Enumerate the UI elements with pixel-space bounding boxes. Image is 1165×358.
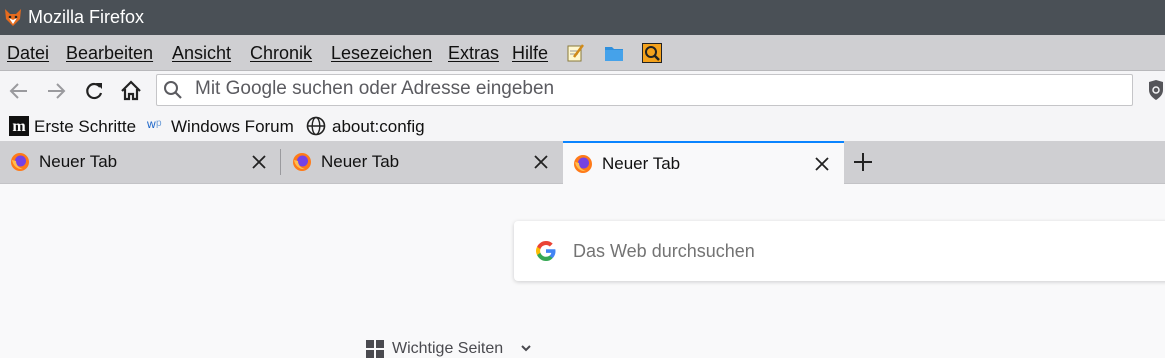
tab-separator: [280, 149, 281, 175]
navigation-toolbar: [0, 71, 1165, 110]
magnifier-app-icon[interactable]: [642, 43, 662, 63]
bookmark-label: about:config: [332, 117, 425, 136]
search-placeholder: Das Web durchsuchen: [573, 241, 755, 261]
new-tab-page: Das Web durchsuchen Wichtige Seiten: [0, 184, 1165, 358]
grid-icon: [366, 340, 384, 358]
svg-text:w: w: [146, 117, 156, 131]
globe-icon: [306, 116, 326, 136]
top-sites-label: Wichtige Seiten: [392, 340, 504, 357]
m-icon: m: [9, 116, 29, 136]
tab-label: Neuer Tab: [39, 152, 118, 171]
menu-extras[interactable]: Extras: [448, 43, 499, 63]
notepad-icon[interactable]: [566, 43, 586, 63]
tab-strip: Neuer Tab Neuer Tab Neuer Tab: [0, 141, 1165, 184]
menu-ansicht[interactable]: Ansicht: [172, 43, 231, 63]
menu-bar: Datei Bearbeiten Ansicht Chronik Lesezei…: [0, 35, 1165, 71]
search-icon: [164, 81, 182, 99]
shield-icon[interactable]: [1147, 79, 1165, 101]
google-g-icon: [536, 241, 556, 261]
url-input[interactable]: [195, 77, 1095, 101]
firefox-icon: [574, 155, 592, 173]
firefox-icon: [11, 153, 29, 171]
url-bar[interactable]: [156, 74, 1133, 106]
window-title: Mozilla Firefox: [28, 7, 145, 27]
chevron-down-icon[interactable]: [520, 342, 532, 354]
bookmark-windows-forum[interactable]: w p Windows Forum: [145, 116, 295, 136]
tab-label: Neuer Tab: [602, 154, 681, 173]
svg-text:m: m: [12, 118, 26, 135]
bookmark-label: Windows Forum: [171, 117, 294, 136]
fox-app-icon: [5, 9, 21, 26]
bookmark-label: Erste Schritte: [34, 117, 137, 136]
menu-lesezeichen[interactable]: Lesezeichen: [331, 43, 432, 63]
close-icon[interactable]: [251, 154, 267, 170]
reload-icon[interactable]: [80, 77, 108, 105]
back-arrow-icon[interactable]: [5, 77, 33, 105]
menu-hilfe[interactable]: Hilfe: [512, 43, 548, 63]
tab-3-selected[interactable]: Neuer Tab: [563, 141, 844, 184]
bookmark-about-config[interactable]: about:config: [306, 116, 431, 136]
menu-chronik[interactable]: Chronik: [250, 43, 312, 63]
menu-bearbeiten[interactable]: Bearbeiten: [66, 43, 153, 63]
close-icon[interactable]: [814, 156, 830, 172]
forward-arrow-icon[interactable]: [42, 77, 70, 105]
web-search-box[interactable]: Das Web durchsuchen: [514, 221, 1165, 281]
tab-label: Neuer Tab: [321, 152, 400, 171]
bookmarks-toolbar: m Erste Schritte w p Windows Forum about…: [0, 110, 1165, 141]
title-bar: Mozilla Firefox: [0, 0, 1165, 35]
plus-icon[interactable]: [851, 150, 875, 174]
tab-2[interactable]: Neuer Tab: [282, 141, 562, 183]
firefox-icon: [293, 153, 311, 171]
tab-1[interactable]: Neuer Tab: [0, 141, 280, 183]
svg-text:p: p: [156, 118, 162, 129]
home-icon[interactable]: [117, 77, 145, 105]
wp-icon: w p: [146, 117, 162, 131]
folder-icon[interactable]: [604, 43, 624, 63]
close-icon[interactable]: [533, 154, 549, 170]
bookmark-erste-schritte[interactable]: m Erste Schritte: [8, 116, 138, 136]
menu-datei[interactable]: Datei: [7, 43, 49, 63]
